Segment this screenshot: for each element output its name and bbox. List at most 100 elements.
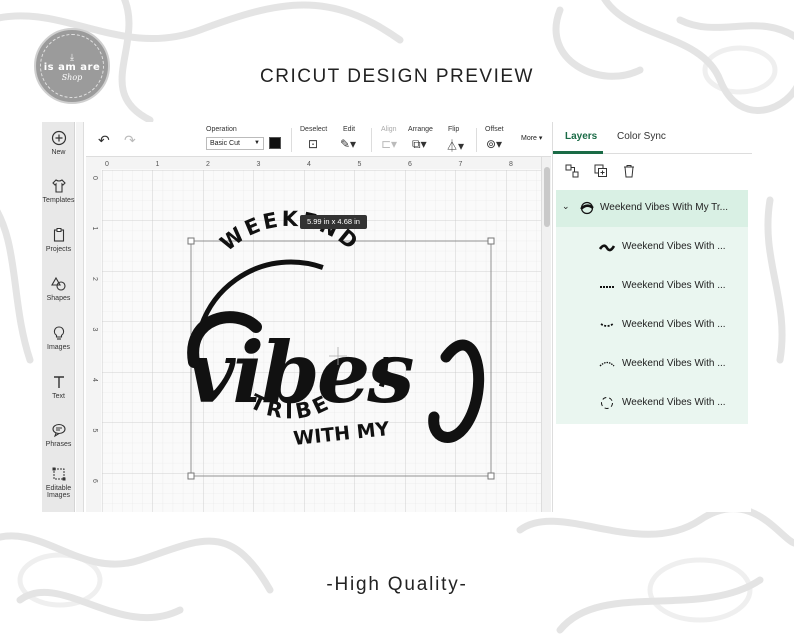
layer-item[interactable]: Weekend Vibes With ... <box>556 385 748 424</box>
layer-item[interactable]: Weekend Vibes With ... <box>556 229 748 268</box>
layer-group[interactable]: ⌄ Weekend Vibes With My Tr... <box>556 190 748 227</box>
layer-name: Weekend Vibes With ... <box>622 241 726 252</box>
layer-thumbnail-icon <box>600 286 614 288</box>
shirt-icon <box>51 179 66 193</box>
layer-thumbnail-icon <box>599 361 615 367</box>
ruler-top-label: 3 <box>257 161 261 168</box>
transform-icon <box>52 467 65 481</box>
panel-tabs: Layers Color Sync <box>553 122 752 154</box>
layer-list: ⌄ Weekend Vibes With My Tr... Weekend Vi… <box>556 190 748 424</box>
design-canvas[interactable]: 012345678 0123456 WEEKEND vibes WITH MY … <box>86 157 551 512</box>
operation-color-swatch[interactable] <box>269 137 281 149</box>
chevron-down-icon[interactable]: ⌄ <box>562 201 570 212</box>
toolbar-divider <box>291 128 292 152</box>
sidebar-item-images[interactable]: Images <box>42 325 75 351</box>
sidebar-item-label: Editable Images <box>45 485 72 499</box>
layer-thumbnail-icon <box>598 244 616 252</box>
more-menu[interactable]: More ▾ <box>521 134 542 142</box>
layer-thumbnail-icon <box>600 323 614 327</box>
ruler-top-label: 2 <box>206 161 210 168</box>
selection-size-tooltip: 5.99 in x 4.68 in <box>300 215 367 229</box>
selection-handle-tl[interactable] <box>187 237 195 245</box>
offset-label: Offset <box>485 126 504 133</box>
sidebar-item-text[interactable]: Text <box>42 374 75 400</box>
active-tab-indicator <box>553 151 603 154</box>
redo-icon[interactable]: ↷ <box>124 133 136 149</box>
text-icon <box>53 376 64 388</box>
group-thumbnail-icon <box>580 201 594 215</box>
ruler-left <box>86 157 101 512</box>
canvas-svg: 012345678 0123456 WEEKEND vibes WITH MY … <box>86 157 551 512</box>
clipboard-icon <box>53 228 64 242</box>
offset-icon[interactable]: ⊚▾ <box>486 137 502 151</box>
top-toolbar: ↶ ↷ Operation Basic Cut ▼ Deselect ⊡ Edi… <box>86 122 551 157</box>
flip-icon[interactable]: ⏃▾ <box>446 137 464 154</box>
selection-handle-bl[interactable] <box>187 472 195 480</box>
duplicate-icon[interactable] <box>594 164 608 178</box>
page-title: CRICUT DESIGN PREVIEW <box>260 66 534 87</box>
layer-toolbar <box>553 156 752 186</box>
group-icon[interactable] <box>565 164 579 178</box>
layers-panel: Layers Color Sync ⌄ Weekend Vibes With M… <box>552 122 752 512</box>
layer-item[interactable]: Weekend Vibes With ... <box>556 307 748 346</box>
ruler-left-label: 1 <box>91 227 98 231</box>
deselect-icon[interactable]: ⊡ <box>308 137 318 151</box>
operation-label: Operation <box>206 126 237 133</box>
align-icon[interactable]: ⊏▾ <box>381 137 397 151</box>
layer-name: Weekend Vibes With ... <box>622 280 726 291</box>
sidebar-item-label: New <box>51 149 66 156</box>
sidebar-item-new[interactable]: New <box>42 130 75 156</box>
ruler-left-label: 4 <box>91 378 98 382</box>
group-name: Weekend Vibes With My Tr... <box>600 202 729 213</box>
align-label: Align <box>381 126 397 133</box>
sidebar-item-label: Images <box>47 344 70 351</box>
sidebar-item-templates[interactable]: Templates <box>42 178 75 204</box>
ruler-left-label: 2 <box>91 277 98 281</box>
arrange-icon[interactable]: ⧉▾ <box>412 137 427 152</box>
ruler-left-label: 5 <box>91 429 98 433</box>
arrange-label: Arrange <box>408 126 433 133</box>
more-label: More <box>521 135 537 142</box>
selection-handle-tr[interactable] <box>487 237 495 245</box>
tab-color-sync[interactable]: Color Sync <box>617 131 666 142</box>
sidebar-item-label: Phrases <box>45 441 72 448</box>
plus-circle-icon <box>51 130 66 146</box>
ruler-top-label: 7 <box>459 161 463 168</box>
ruler-left-label: 3 <box>91 328 98 332</box>
undo-icon[interactable]: ↶ <box>98 133 110 149</box>
canvas-scrollbar[interactable] <box>541 157 551 512</box>
layer-item[interactable]: Weekend Vibes With ... <box>556 268 748 307</box>
flip-label: Flip <box>448 126 460 133</box>
chevron-down-icon: ▼ <box>254 140 260 146</box>
ruler-top-label: 8 <box>509 161 513 168</box>
ruler-top-label: 4 <box>307 161 311 168</box>
sidebar-item-projects[interactable]: Projects <box>42 227 75 253</box>
tab-layers[interactable]: Layers <box>565 131 597 142</box>
pencil-icon[interactable]: ✎▾ <box>340 137 356 151</box>
left-sidebar: New Templates Projects Shapes Images Tex… <box>42 122 75 512</box>
sidebar-item-shapes[interactable]: Shapes <box>42 276 75 302</box>
layer-thumbnail-icon <box>601 397 613 409</box>
toolbar-divider <box>476 128 477 152</box>
ruler-left-label: 0 <box>91 176 98 180</box>
sidebar-item-label: Shapes <box>46 295 71 302</box>
selection-handle-br[interactable] <box>487 472 495 480</box>
ruler-left-label: 6 <box>91 479 98 483</box>
bulb-icon <box>53 326 64 340</box>
sidebar-item-phrases[interactable]: Phrases <box>42 422 75 448</box>
trash-icon[interactable] <box>622 164 636 178</box>
edit-label: Edit <box>343 126 356 133</box>
shapes-icon <box>50 276 66 291</box>
sidebar-item-label: Templates <box>42 197 75 204</box>
sidebar-scrollbar[interactable] <box>76 122 84 512</box>
cricut-app-window: New Templates Projects Shapes Images Tex… <box>42 122 752 512</box>
ruler-top-label: 5 <box>358 161 362 168</box>
operation-select[interactable]: Basic Cut ▼ <box>206 137 264 150</box>
scrollbar-thumb[interactable] <box>544 167 550 227</box>
sidebar-item-editable-images[interactable]: Editable Images <box>42 466 75 499</box>
ruler-top-label: 0 <box>105 161 109 168</box>
layer-item[interactable]: Weekend Vibes With ... <box>556 346 748 385</box>
layer-name: Weekend Vibes With ... <box>622 358 726 369</box>
toolbar-divider <box>371 128 372 152</box>
ruler-top-label: 6 <box>408 161 412 168</box>
